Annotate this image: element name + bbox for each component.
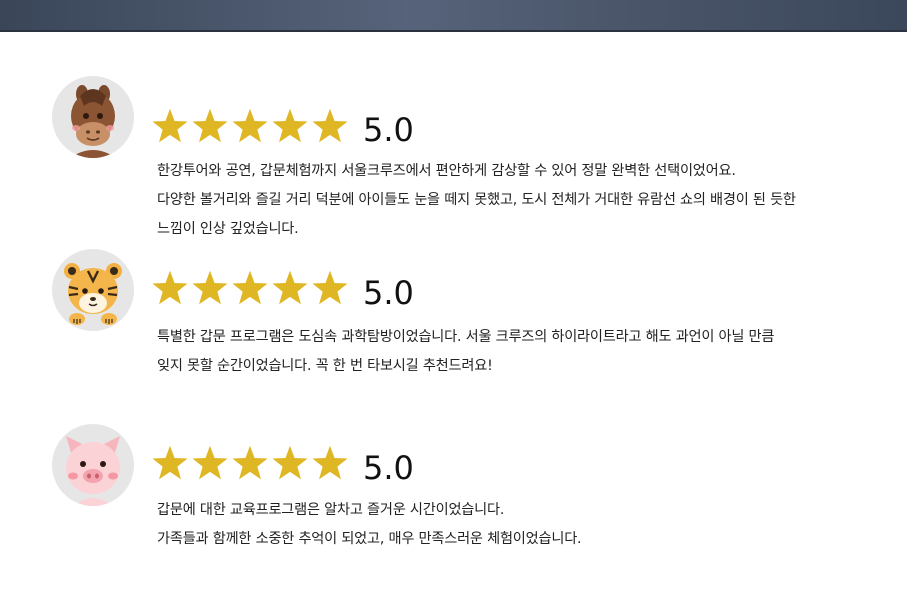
star-icon xyxy=(271,270,309,306)
star-icon xyxy=(231,108,269,144)
star-rating xyxy=(151,445,351,481)
star-icon xyxy=(311,108,349,144)
review-line: 한강투어와 공연, 갑문체험까지 서울크루즈에서 편안하게 감상할 수 있어 정… xyxy=(157,163,736,179)
top-banner xyxy=(0,0,907,32)
star-icon xyxy=(231,270,269,306)
star-icon xyxy=(191,445,229,481)
star-icon xyxy=(191,108,229,144)
star-icon xyxy=(311,445,349,481)
rating-score: 5.0 xyxy=(363,111,414,149)
rating-score: 5.0 xyxy=(363,274,414,312)
review-line: 특별한 갑문 프로그램은 도심속 과학탐방이었습니다. 서울 크루즈의 하이라이… xyxy=(157,329,775,345)
review-text: 특별한 갑문 프로그램은 도심속 과학탐방이었습니다. 서울 크루즈의 하이라이… xyxy=(157,323,877,381)
star-icon xyxy=(151,445,189,481)
star-icon xyxy=(151,270,189,306)
review-line: 가족들과 함께한 소중한 추억이 되었고, 매우 만족스러운 체험이었습니다. xyxy=(157,531,582,547)
pig-avatar xyxy=(52,424,134,506)
review-line: 느낌이 인상 깊었습니다. xyxy=(157,221,299,237)
horse-avatar xyxy=(52,76,134,158)
star-icon xyxy=(271,108,309,144)
review-line: 다양한 볼거리와 즐길 거리 덕분에 아이들도 눈을 떼지 못했고, 도시 전체… xyxy=(157,192,796,208)
star-icon xyxy=(271,445,309,481)
star-icon xyxy=(151,108,189,144)
rating-score: 5.0 xyxy=(363,449,414,487)
star-icon xyxy=(191,270,229,306)
star-icon xyxy=(231,445,269,481)
review-line: 갑문에 대한 교육프로그램은 알차고 즐거운 시간이었습니다. xyxy=(157,502,505,518)
review-text: 갑문에 대한 교육프로그램은 알차고 즐거운 시간이었습니다. 가족들과 함께한… xyxy=(157,496,877,554)
star-icon xyxy=(311,270,349,306)
star-rating xyxy=(151,270,351,306)
review-text: 한강투어와 공연, 갑문체험까지 서울크루즈에서 편안하게 감상할 수 있어 정… xyxy=(157,157,877,244)
tiger-avatar xyxy=(52,249,134,331)
review-line: 잊지 못할 순간이었습니다. 꼭 한 번 타보시길 추천드려요! xyxy=(157,358,493,374)
star-rating xyxy=(151,108,351,144)
